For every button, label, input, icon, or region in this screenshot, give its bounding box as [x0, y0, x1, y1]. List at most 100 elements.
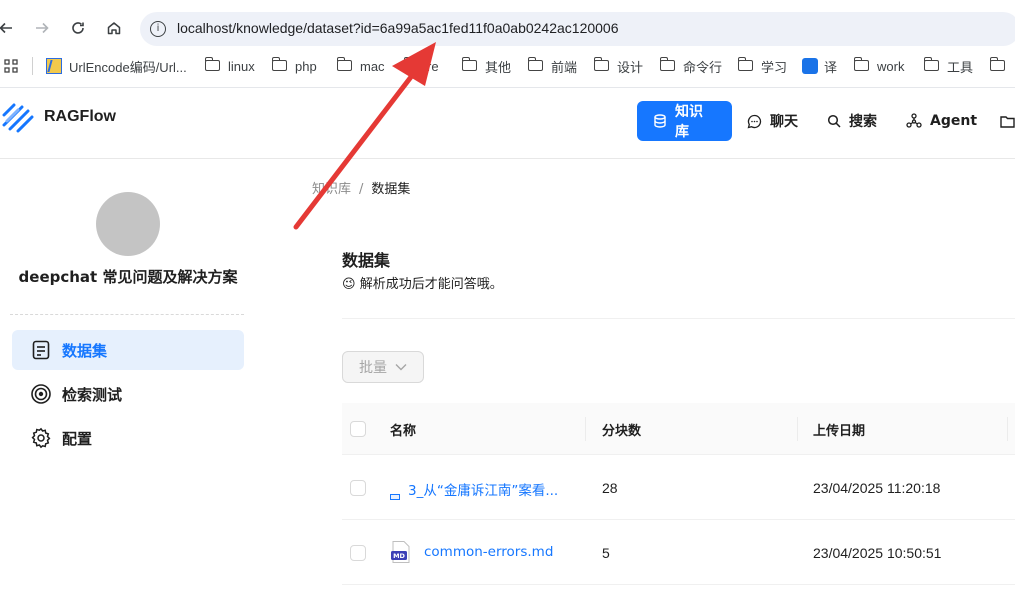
bookmarks-bar: UrlEncode编码/Url... linux php mac re 其他 前…	[0, 54, 1015, 78]
breadcrumb-separator: /	[359, 182, 364, 197]
folder-icon	[403, 56, 419, 71]
forward-icon[interactable]	[30, 16, 54, 40]
folder-icon	[593, 56, 609, 71]
nav-files[interactable]	[1000, 101, 1015, 141]
bookmark-folder-php[interactable]: php	[271, 54, 317, 78]
bookmark-label: 命令行	[683, 59, 723, 75]
table-row[interactable]: 3_从“金庸诉江南”案看... 28 23/04/2025 11:20:18	[342, 455, 1015, 520]
browser-chrome: i localhost/knowledge/dataset?id=6a99a5a…	[0, 0, 1015, 88]
bookmark-folder-work[interactable]: work	[853, 54, 905, 78]
column-header-chunks[interactable]: 分块数	[602, 420, 641, 439]
ragflow-logo-icon	[2, 101, 34, 133]
address-bar[interactable]: i localhost/knowledge/dataset?id=6a99a5a…	[140, 12, 1015, 46]
bookmark-label: re	[427, 58, 439, 74]
bookmark-folder-more[interactable]	[989, 54, 1013, 78]
nav-chat[interactable]: 聊天	[747, 101, 798, 141]
document-icon	[30, 339, 52, 361]
bookmark-label: 译	[824, 59, 838, 75]
bookmark-label: 设计	[617, 59, 644, 75]
chat-bubble-icon	[747, 114, 762, 129]
column-header-upload-date[interactable]: 上传日期	[813, 420, 865, 439]
document-name-link[interactable]: 3_从“金庸诉江南”案看...	[408, 479, 558, 499]
bookmark-folder-re[interactable]: re	[403, 54, 439, 78]
app-header: RAGFlow 知识库 聊天 搜索 Agent	[0, 88, 1015, 159]
column-separator	[1007, 417, 1008, 441]
back-icon[interactable]	[0, 16, 18, 40]
target-icon	[30, 383, 52, 405]
breadcrumb: 知识库 / 数据集	[312, 178, 410, 197]
bookmark-folder-mac[interactable]: mac	[336, 54, 385, 78]
column-separator	[797, 417, 798, 441]
bookmark-label: UrlEncode编码/Url...	[69, 59, 187, 75]
sidebar-item-label: 检索测试	[62, 385, 123, 404]
bookmark-label: 工具	[947, 59, 974, 75]
nav-label: 搜索	[849, 114, 877, 130]
file-icon	[390, 485, 400, 504]
row-checkbox[interactable]	[350, 545, 366, 561]
home-icon[interactable]	[102, 16, 126, 40]
batch-label: 批量	[359, 360, 387, 376]
chunk-count: 28	[602, 480, 618, 496]
folder-icon	[923, 56, 939, 71]
agent-graph-icon	[906, 113, 922, 129]
upload-date: 23/04/2025 11:20:18	[813, 480, 941, 496]
sidebar-item-retrieval-test[interactable]: 检索测试	[12, 374, 244, 414]
bookmark-folder-linux[interactable]: linux	[204, 54, 255, 78]
bookmark-translate[interactable]: 译	[802, 54, 837, 78]
wink-emoji-icon: 😉	[342, 277, 356, 292]
bookmark-folder-tools[interactable]: 工具	[923, 54, 974, 78]
knowledge-base-avatar	[96, 192, 160, 256]
gear-icon	[30, 427, 52, 449]
upload-date: 23/04/2025 10:50:51	[813, 545, 942, 561]
nav-search[interactable]: 搜索	[827, 101, 877, 141]
nav-label: 知识库	[675, 104, 703, 140]
knowledge-base-name: deepchat 常见问题及解决方案	[18, 268, 238, 286]
bookmark-folder-study[interactable]: 学习	[737, 54, 787, 78]
column-separator	[585, 417, 586, 441]
batch-actions-button[interactable]: 批量	[342, 351, 424, 383]
bookmark-separator	[32, 57, 33, 75]
nav-knowledge-base[interactable]: 知识库	[637, 101, 732, 141]
breadcrumb-knowledge-base[interactable]: 知识库	[312, 182, 351, 197]
sidebar-item-label: 数据集	[62, 341, 108, 360]
page-title: 数据集	[342, 251, 391, 270]
folder-icon	[737, 56, 753, 71]
nav-label: 聊天	[770, 114, 798, 130]
sidebar-divider	[10, 314, 244, 315]
url-text[interactable]: localhost/knowledge/dataset?id=6a99a5ac1…	[177, 20, 619, 36]
bookmark-label: work	[877, 58, 905, 74]
bookmark-label: php	[295, 58, 317, 74]
breadcrumb-current: 数据集	[371, 182, 411, 197]
bookmark-folder-frontend[interactable]: 前端	[527, 54, 577, 78]
apps-icon[interactable]	[4, 54, 18, 78]
subtitle-text: 解析成功后才能问答哦。	[359, 277, 503, 292]
document-name-link[interactable]: common-errors.md	[424, 544, 553, 560]
urlencode-icon	[46, 58, 62, 74]
folder-icon	[271, 56, 287, 71]
chunk-count: 5	[602, 545, 610, 561]
page-subtitle: 😉 解析成功后才能问答哦。	[342, 273, 503, 292]
nav-agent[interactable]: Agent	[906, 101, 977, 141]
bookmark-folder-cli[interactable]: 命令行	[659, 54, 723, 78]
reload-icon[interactable]	[66, 16, 90, 40]
column-header-name[interactable]: 名称	[390, 420, 416, 439]
content-divider	[342, 318, 1015, 319]
table-row[interactable]: MD common-errors.md 5 23/04/2025 10:50:5…	[342, 520, 1015, 585]
sidebar-item-settings[interactable]: 配置	[12, 418, 244, 458]
folder-icon	[1000, 115, 1015, 128]
bookmark-urlencode[interactable]: UrlEncode编码/Url...	[46, 54, 187, 78]
bookmark-folder-design[interactable]: 设计	[593, 54, 644, 78]
nav-label: Agent	[930, 113, 978, 129]
sidebar-item-dataset[interactable]: 数据集	[12, 330, 244, 370]
site-info-icon[interactable]: i	[150, 21, 166, 37]
row-checkbox[interactable]	[350, 480, 366, 496]
folder-icon	[989, 56, 1005, 71]
select-all-checkbox[interactable]	[350, 421, 366, 437]
bookmark-label: linux	[228, 58, 255, 74]
bookmark-folder-other[interactable]: 其他	[461, 54, 511, 78]
folder-icon	[853, 56, 869, 71]
folder-icon	[336, 56, 352, 71]
translate-icon	[802, 58, 818, 74]
chevron-down-icon	[395, 361, 407, 374]
table-header: 名称 分块数 上传日期	[342, 403, 1015, 455]
